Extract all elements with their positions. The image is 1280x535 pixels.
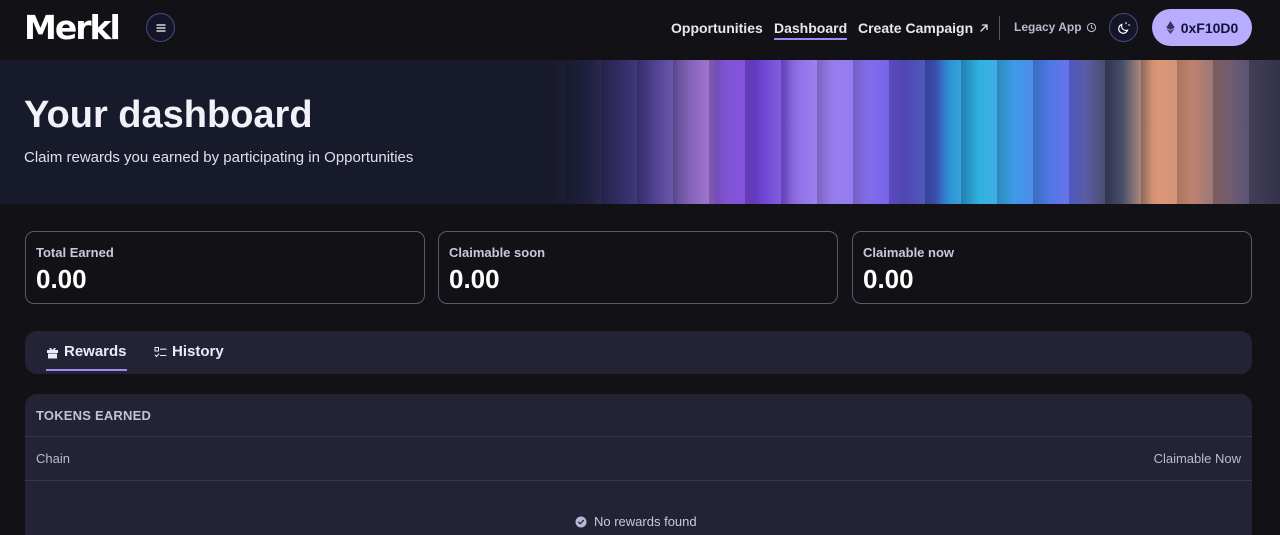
column-header-chain[interactable]: Chain xyxy=(36,451,70,466)
nav-create-campaign[interactable]: Create Campaign xyxy=(858,19,989,37)
table-title: TOKENS EARNED xyxy=(36,408,152,423)
hamburger-menu-icon xyxy=(155,23,166,32)
stat-label: Total Earned xyxy=(36,245,114,260)
hero-gradient-banner xyxy=(529,60,1280,204)
top-navigation: Merkl Opportunities Dashboard Create Cam… xyxy=(0,0,1280,58)
stat-label: Claimable soon xyxy=(449,245,546,260)
arrow-up-right-icon xyxy=(980,24,988,32)
page-subtitle: Claim rewards you earned by participatin… xyxy=(24,149,414,166)
tab-rewards[interactable]: Rewards xyxy=(46,343,127,371)
stat-card-total-earned: Total Earned 0.00 xyxy=(25,231,425,304)
stat-value: 0.00 xyxy=(449,264,500,294)
stat-card-claimable-soon: Claimable soon 0.00 xyxy=(438,231,838,304)
legacy-app-label: Legacy App xyxy=(1014,20,1082,34)
moon-sun-icon xyxy=(1117,21,1130,34)
nav-dashboard[interactable]: Dashboard xyxy=(774,19,848,40)
merkl-logo[interactable]: Merkl xyxy=(24,10,121,46)
empty-state: No rewards found xyxy=(575,514,697,529)
empty-state-message: No rewards found xyxy=(594,514,697,529)
check-circle-icon xyxy=(575,516,587,527)
ethereum-icon xyxy=(1166,21,1175,34)
stat-value: 0.00 xyxy=(863,264,914,294)
wallet-button[interactable]: 0xF10D0 xyxy=(1152,9,1252,46)
stat-card-claimable-now: Claimable now 0.00 xyxy=(852,231,1252,304)
list-checks-icon xyxy=(154,347,167,358)
theme-toggle-button[interactable] xyxy=(1109,13,1138,42)
page-title: Your dashboard xyxy=(24,94,313,136)
dashboard-tabs: Rewards History xyxy=(25,331,1252,374)
menu-button[interactable] xyxy=(146,13,175,42)
legacy-app-link[interactable]: Legacy App xyxy=(1014,20,1097,34)
nav-opportunities[interactable]: Opportunities xyxy=(671,19,763,37)
tab-history-label: History xyxy=(172,343,224,360)
gift-icon xyxy=(47,347,58,359)
tokens-earned-table: TOKENS EARNED Chain Claimable Now No rew… xyxy=(25,394,1252,535)
wallet-address: 0xF10D0 xyxy=(1180,19,1239,36)
stat-value: 0.00 xyxy=(36,264,87,294)
nav-create-campaign-label: Create Campaign xyxy=(858,20,974,36)
tab-history[interactable]: History xyxy=(154,343,224,371)
column-header-claimable-now[interactable]: Claimable Now xyxy=(1154,451,1241,466)
nav-divider xyxy=(999,16,1000,40)
divider xyxy=(25,436,1252,437)
history-icon xyxy=(1086,22,1096,32)
divider xyxy=(25,480,1252,481)
tab-rewards-label: Rewards xyxy=(64,343,127,360)
stat-label: Claimable now xyxy=(863,245,955,260)
dashboard-hero: Your dashboard Claim rewards you earned … xyxy=(0,60,1280,204)
